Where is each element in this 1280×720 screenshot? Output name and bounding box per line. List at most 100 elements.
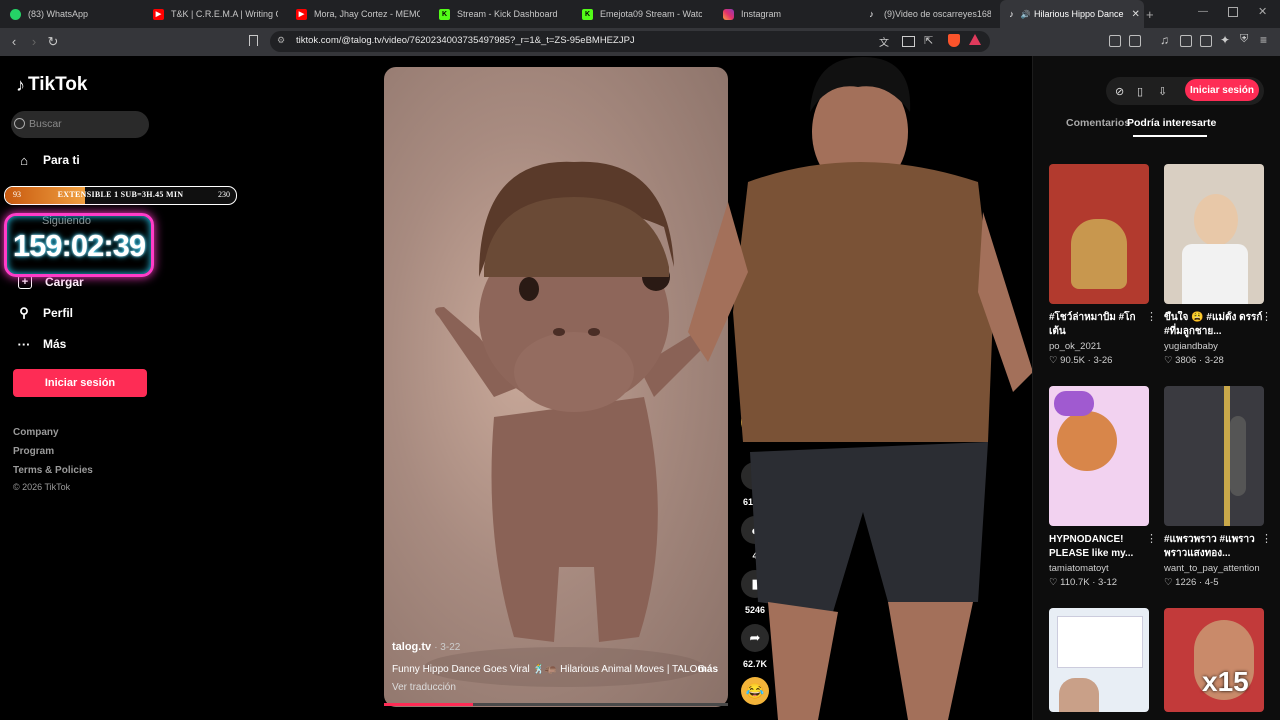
login-button[interactable]: Iniciar sesión xyxy=(13,369,147,397)
nav-item-cargar[interactable]: + Cargar xyxy=(16,275,84,289)
music-icon[interactable]: ♫ xyxy=(1160,33,1169,47)
nav-item-label: Cargar xyxy=(45,275,84,289)
maximize-button[interactable] xyxy=(1228,7,1238,17)
forward-icon[interactable]: › xyxy=(26,34,42,50)
whatsapp-icon xyxy=(10,8,21,20)
video-thumbnail[interactable] xyxy=(1049,164,1149,304)
vpn-icon[interactable]: ⛨ xyxy=(1240,33,1248,46)
video-thumbnail[interactable] xyxy=(1049,386,1149,526)
bookmark-page-icon[interactable] xyxy=(249,35,258,46)
header-login-button[interactable]: Iniciar sesión xyxy=(1185,79,1259,101)
card-menu-icon[interactable]: ⋮ xyxy=(1261,310,1272,323)
download-icon[interactable]: ⇩ xyxy=(1158,85,1167,98)
card-menu-icon[interactable]: ⋮ xyxy=(1146,532,1157,545)
sidebar-toggle-icon[interactable] xyxy=(1129,35,1141,47)
browser-tab[interactable]: K Emejota09 Stream - Watch xyxy=(582,0,702,28)
streamer-webcam xyxy=(688,57,1033,720)
device-icon[interactable]: ▯ xyxy=(1137,85,1143,98)
leo-icon[interactable]: ✦ xyxy=(1220,33,1230,47)
nav-item-label: Perfil xyxy=(43,306,74,320)
minimize-button[interactable]: — xyxy=(1198,6,1208,17)
tab-comments[interactable]: Comentarios xyxy=(1066,117,1130,129)
more-icon: ··· xyxy=(17,336,31,352)
video-thumbnail[interactable] xyxy=(1049,608,1149,712)
cartoon-face xyxy=(1057,411,1117,471)
speaker-icon: 🔊 xyxy=(1020,9,1031,19)
card-stats: ♡ 110.7K · 3-12 xyxy=(1049,577,1118,588)
heart-outline-icon: ♡ xyxy=(1049,355,1058,366)
home-icon: ⌂ xyxy=(20,152,28,168)
translate-button[interactable]: Ver traducción xyxy=(392,682,456,693)
video-date: · 3-22 xyxy=(434,642,461,653)
back-icon[interactable]: ‹ xyxy=(6,34,22,50)
heart-outline-icon: ♡ xyxy=(1164,355,1173,366)
browser-tab[interactable]: Instagram xyxy=(723,0,848,28)
recommended-video[interactable]: x15 xyxy=(1164,608,1264,712)
new-tab-button[interactable]: + xyxy=(1146,7,1154,22)
recommended-video[interactable]: HYPNODANCE! PLEASE like my... tamiatomat… xyxy=(1049,386,1157,588)
kick-icon: K xyxy=(439,8,450,20)
close-window-button[interactable]: ✕ xyxy=(1258,5,1267,18)
footer-link-company[interactable]: Company xyxy=(13,427,59,438)
recommended-video[interactable] xyxy=(1049,608,1149,712)
card-date: 3-12 xyxy=(1098,577,1118,588)
video-author[interactable]: talog.tv · 3-22 xyxy=(392,641,460,653)
wallet-icon[interactable] xyxy=(1200,35,1212,47)
footer-link-program[interactable]: Program xyxy=(13,446,54,457)
tiktok-icon: ♪ xyxy=(16,74,25,95)
browser-tab-active[interactable]: ♪ 🔊 Hilarious Hippo Dance ✕ xyxy=(1000,0,1144,28)
card-menu-icon[interactable]: ⋮ xyxy=(1146,310,1157,323)
card-author[interactable]: yugiandbaby xyxy=(1164,341,1264,352)
close-tab-icon[interactable]: ✕ xyxy=(1132,9,1140,20)
tab-label: Emejota09 Stream - Watch xyxy=(600,9,702,19)
card-stats: ♡ 1226 · 4-5 xyxy=(1164,577,1219,588)
upload-icon: + xyxy=(18,275,32,289)
tiktok-logo[interactable]: ♪ TikTok xyxy=(16,74,87,96)
card-title: ขึ้นใจ 😩 #แม่ตั้ง ดรรก์ #ที่มลูกชาย... xyxy=(1164,312,1263,337)
menu-icon[interactable]: ≡ xyxy=(1260,33,1267,47)
youtube-icon: ▶ xyxy=(153,8,164,20)
hippo-illustration xyxy=(424,161,714,687)
search-icon xyxy=(14,118,25,129)
nav-item-perfil[interactable]: ⚲ Perfil xyxy=(16,305,73,321)
browser-tab[interactable]: ▶ Mora, Jhay Cortez - MEMORIAS xyxy=(296,0,420,28)
reload-icon[interactable]: ↻ xyxy=(45,34,61,50)
logo-text: TikTok xyxy=(28,74,88,95)
recommended-video[interactable]: ขึ้นใจ 😩 #แม่ตั้ง ดรรก์ #ที่มลูกชาย... y… xyxy=(1164,164,1272,366)
browser-tab[interactable]: (83) WhatsApp xyxy=(10,0,140,28)
card-author[interactable]: tamiatomatoyt xyxy=(1049,563,1149,574)
compass-icon[interactable]: ⊘ xyxy=(1115,85,1124,98)
video-thumbnail[interactable] xyxy=(1164,386,1264,526)
nav-item-mas[interactable]: ··· Más xyxy=(16,336,67,352)
heart-outline-icon: ♡ xyxy=(1164,577,1173,588)
footer-link-terms[interactable]: Terms & Policies xyxy=(13,465,93,476)
profile-icon: ⚲ xyxy=(19,305,29,320)
extensions-icon[interactable] xyxy=(1109,35,1121,47)
browser-tab[interactable]: K Stream - Kick Dashboard xyxy=(439,0,564,28)
chat-screenshot xyxy=(1057,616,1143,668)
card-author[interactable]: po_ok_2021 xyxy=(1049,341,1149,352)
reader-icon[interactable] xyxy=(1180,35,1192,47)
site-info-icon[interactable]: ⚙ xyxy=(277,35,285,46)
nav-item-para-ti[interactable]: ⌂ Para ti xyxy=(16,152,80,168)
recommended-video[interactable]: #โชว์ล่าหมาปั้ม #โกเต้น po_ok_2021 ♡ 90.… xyxy=(1049,164,1157,366)
video-progress-bar[interactable] xyxy=(384,703,728,706)
dancer-image xyxy=(1230,416,1246,496)
tab-label: Stream - Kick Dashboard xyxy=(457,9,558,19)
video-player[interactable] xyxy=(384,67,728,707)
dog-image xyxy=(1071,219,1127,289)
video-progress-fill xyxy=(384,703,474,706)
card-menu-icon[interactable]: ⋮ xyxy=(1261,532,1272,545)
browser-tab[interactable]: ♪ (9)Video de oscarreyes1680 (@ xyxy=(866,0,991,28)
recommended-video[interactable]: #แพรวพราว #แพราว พราวแสงทอง... want_to_p… xyxy=(1164,386,1272,588)
card-title: HYPNODANCE! PLEASE like my... xyxy=(1049,534,1134,559)
card-title: #แพรวพราว #แพราว พราวแสงทอง... xyxy=(1164,534,1255,559)
browser-tab[interactable]: ▶ T&K | C.R.E.M.A | Writing Class... xyxy=(153,0,278,28)
cartoon-hair xyxy=(1054,391,1094,416)
video-thumbnail[interactable]: x15 xyxy=(1164,608,1264,712)
video-thumbnail[interactable] xyxy=(1164,164,1264,304)
heart-outline-icon: ♡ xyxy=(1049,577,1058,588)
sub-goal-target: 230 xyxy=(218,190,230,199)
tab-podria-interesarte[interactable]: Podría interesarte xyxy=(1127,117,1216,129)
card-author[interactable]: want_to_pay_attention xyxy=(1164,563,1264,574)
